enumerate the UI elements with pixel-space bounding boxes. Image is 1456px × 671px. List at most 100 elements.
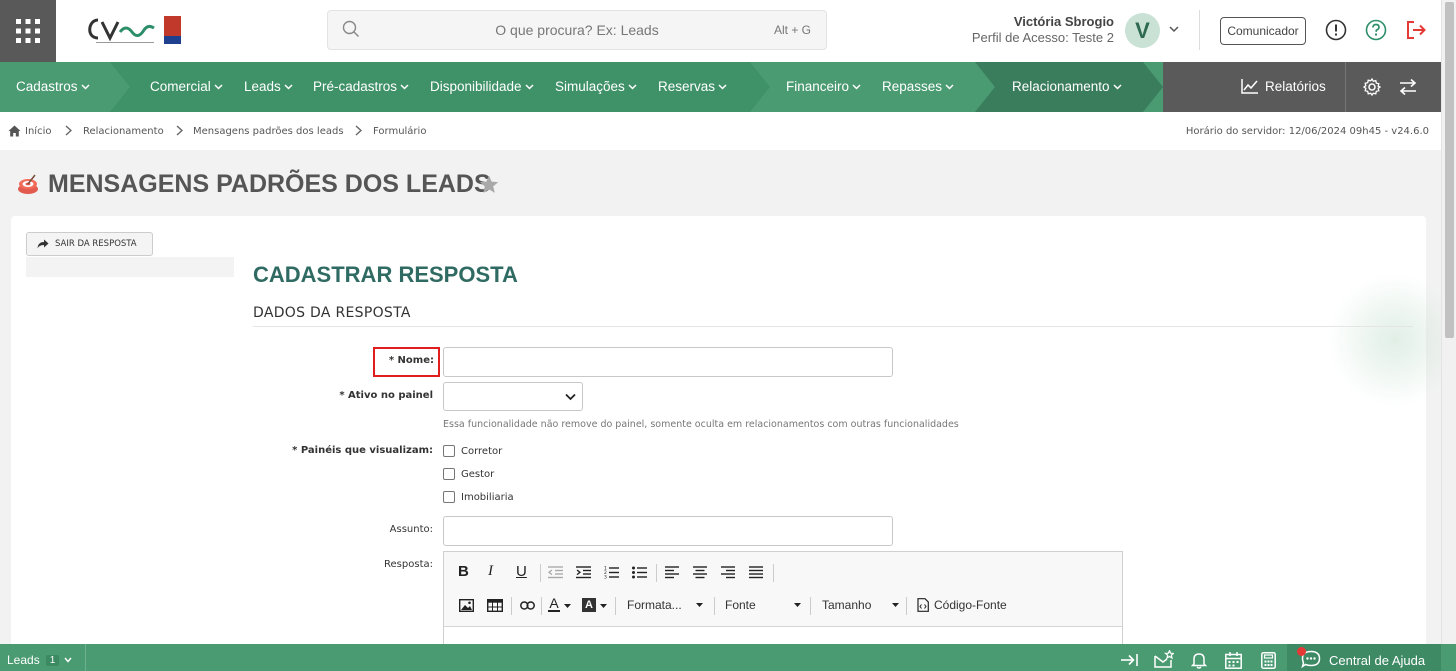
decorative-glow: [1330, 270, 1456, 410]
nav-leads[interactable]: Leads: [244, 79, 293, 94]
header-divider: [1199, 10, 1200, 50]
caret-down-icon[interactable]: [564, 604, 571, 608]
search-placeholder[interactable]: O que procura? Ex: Leads: [328, 22, 826, 38]
svg-text:3: 3: [604, 575, 607, 580]
chevron-down-icon: [628, 84, 637, 90]
bold-icon[interactable]: B: [458, 563, 469, 580]
user-info[interactable]: Victória Sbrogio Perfil de Acesso: Teste…: [972, 14, 1114, 45]
source-code-icon: [917, 598, 929, 612]
name-label: * Nome:: [388, 355, 434, 366]
nav-financeiro[interactable]: Financeiro: [786, 79, 861, 94]
checkbox[interactable]: [443, 468, 455, 480]
grid-icon: [16, 19, 40, 43]
nav-cadastros[interactable]: Cadastros: [16, 79, 90, 94]
global-search[interactable]: O que procura? Ex: Leads Alt + G: [327, 10, 827, 50]
caret-down-icon: [793, 603, 801, 607]
toolbar-divider: [541, 597, 542, 615]
collapse-right-icon[interactable]: [1121, 654, 1138, 666]
section-divider: [253, 326, 1413, 327]
format-combo[interactable]: Formata...: [627, 598, 703, 612]
name-input[interactable]: [443, 347, 893, 377]
nav-simulacoes[interactable]: Simulações: [555, 79, 637, 94]
calendar-icon[interactable]: [1225, 652, 1242, 669]
leads-count-badge: 1: [45, 654, 60, 666]
toolbar-divider: [511, 597, 512, 615]
leads-minimized-tab[interactable]: Leads 1: [7, 653, 72, 667]
image-icon[interactable]: [459, 599, 474, 612]
chevron-down-icon: [214, 84, 223, 90]
bullet-list-icon[interactable]: [632, 566, 647, 579]
size-combo[interactable]: Tamanho: [822, 598, 900, 612]
avatar[interactable]: V: [1125, 13, 1160, 48]
gear-icon[interactable]: [1363, 78, 1381, 96]
align-justify-icon[interactable]: [749, 566, 763, 579]
chevron-down-icon: [284, 84, 293, 90]
app-launcher-button[interactable]: [0, 0, 56, 62]
nav-reservas[interactable]: Reservas: [658, 79, 727, 94]
breadcrumb-home[interactable]: Início: [25, 126, 51, 137]
nav-comercial[interactable]: Comercial: [150, 79, 223, 94]
user-name: Victória Sbrogio: [1013, 14, 1114, 29]
toolbar-divider: [810, 597, 811, 615]
chevron-down-icon: [565, 393, 576, 401]
align-center-icon[interactable]: [693, 566, 707, 579]
main-nav: Cadastros Comercial Leads Pré-cadastros …: [0, 62, 1441, 112]
underline-icon[interactable]: U: [516, 563, 527, 580]
bottom-bar: Leads 1 Central de Ajuda: [0, 644, 1456, 671]
scrollbar-thumb[interactable]: [1445, 2, 1454, 338]
link-icon[interactable]: [520, 601, 535, 610]
info-icon[interactable]: [1325, 19, 1347, 41]
exit-response-button[interactable]: SAIR DA RESPOSTA: [26, 232, 153, 256]
help-center-button[interactable]: Central de Ajuda: [1287, 644, 1441, 671]
nav-disponibilidade[interactable]: Disponibilidade: [430, 79, 534, 94]
mail-star-icon[interactable]: [1154, 650, 1174, 668]
calculator-icon[interactable]: [1261, 652, 1276, 669]
bottom-divider: [85, 644, 86, 671]
company-logo[interactable]: [84, 14, 184, 48]
help-icon[interactable]: [1365, 19, 1387, 41]
chevron-down-icon[interactable]: [1168, 23, 1180, 35]
background-color-icon[interactable]: A: [582, 598, 596, 612]
chevron-down-icon: [718, 84, 727, 90]
align-left-icon[interactable]: [665, 566, 679, 579]
page-scrollbar[interactable]: [1441, 0, 1456, 644]
logout-icon[interactable]: [1405, 19, 1427, 41]
breadcrumb-formulario: Formulário: [373, 126, 427, 137]
nav-pre-cadastros[interactable]: Pré-cadastros: [313, 79, 409, 94]
numbered-list-icon[interactable]: 123: [604, 566, 619, 579]
align-right-icon[interactable]: [721, 566, 735, 579]
caret-down-icon: [892, 603, 900, 607]
nav-repasses[interactable]: Repasses: [882, 79, 954, 94]
server-time: Horário do servidor: 12/06/2024 09h45 - …: [1185, 126, 1429, 137]
checkbox-imobiliaria[interactable]: Imobiliaria: [443, 491, 514, 503]
text-color-icon[interactable]: A: [548, 596, 560, 612]
active-label: * Ativo no painel: [339, 390, 433, 401]
nav-relatorios[interactable]: Relatórios: [1241, 78, 1326, 94]
checkbox[interactable]: [443, 491, 455, 503]
checkbox[interactable]: [443, 445, 455, 457]
checkbox-gestor[interactable]: Gestor: [443, 468, 494, 480]
caret-down-icon[interactable]: [600, 604, 607, 608]
italic-icon[interactable]: I: [488, 563, 493, 580]
outdent-icon[interactable]: [548, 566, 563, 579]
active-select[interactable]: [443, 382, 583, 411]
panels-label: * Painéis que visualizam:: [292, 445, 433, 456]
table-icon[interactable]: [487, 599, 503, 612]
star-icon[interactable]: [479, 175, 499, 194]
swap-icon[interactable]: [1399, 79, 1417, 95]
indent-icon[interactable]: [576, 566, 591, 579]
subject-input[interactable]: [443, 516, 893, 546]
toolbar-divider: [773, 564, 774, 582]
font-combo[interactable]: Fonte: [725, 598, 801, 612]
chevron-right-icon: [355, 125, 362, 136]
bell-icon[interactable]: [1191, 652, 1207, 669]
nav-relacionamento[interactable]: Relacionamento: [1012, 79, 1122, 94]
chevron-down-icon: [945, 84, 954, 90]
checkbox-corretor[interactable]: Corretor: [443, 445, 502, 457]
breadcrumb-mensagens[interactable]: Mensagens padrões dos leads: [193, 126, 344, 137]
communicator-button[interactable]: Comunicador: [1220, 17, 1306, 45]
breadcrumb-relacionamento[interactable]: Relacionamento: [83, 126, 164, 137]
toolbar-divider: [714, 597, 715, 615]
source-code-button[interactable]: Código-Fonte: [917, 598, 1007, 612]
home-icon[interactable]: [8, 125, 21, 137]
